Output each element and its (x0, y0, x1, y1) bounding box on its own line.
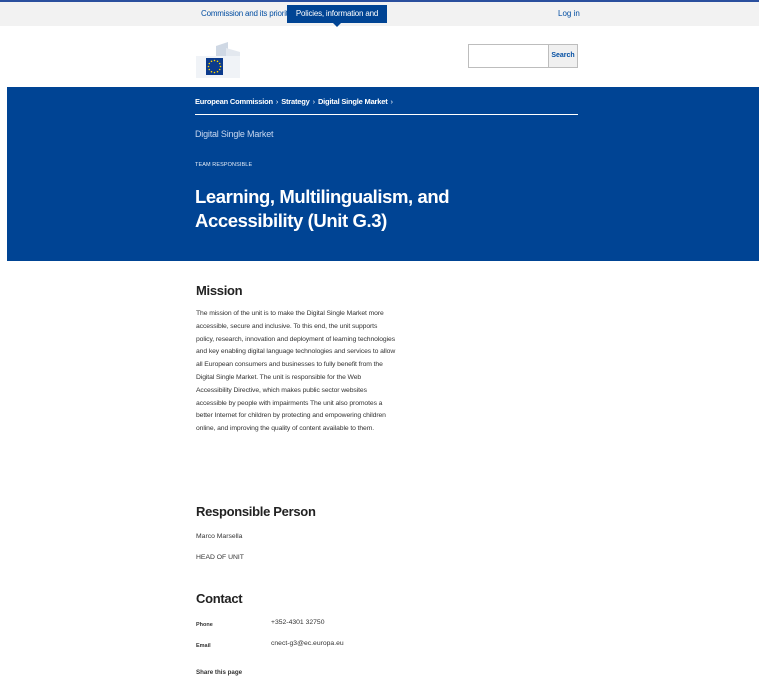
email-label: Email (196, 643, 211, 649)
phone-value: +352-4301 32750 (271, 619, 325, 626)
top-navigation-bar: Commission and its priorities Policies, … (0, 2, 759, 36)
search-button[interactable]: Search (548, 44, 578, 68)
breadcrumb-divider (195, 114, 578, 115)
page-title: Learning, Multilingualism, and Accessibi… (195, 186, 450, 231)
responsible-person-role: HEAD OF UNIT (196, 554, 244, 561)
breadcrumb-item-digital-single-market[interactable]: Digital Single Market (318, 97, 388, 106)
mission-section: Mission The mission of the unit is to ma… (196, 283, 396, 436)
breadcrumb: European Commission › Strategy › Digital Sin… (195, 97, 396, 106)
share-this-page: Share this page (196, 669, 243, 676)
eu-flag-logo-icon (196, 42, 240, 78)
breadcrumb-item-strategy[interactable]: Strategy (281, 97, 310, 106)
breadcrumb-separator: › (312, 97, 316, 106)
responsible-person-heading: Responsible Person (196, 504, 316, 519)
mission-heading: Mission (196, 283, 243, 298)
login-link[interactable]: Log in (558, 5, 580, 23)
phone-label: Phone (196, 622, 213, 628)
tab-policies-information-services[interactable]: Policies, information and services (287, 5, 387, 36)
search-input[interactable] (468, 44, 548, 68)
email-link[interactable]: cnect-g3@ec.europa.eu (271, 640, 344, 647)
page-meta-label: TEAM RESPONSIBLE (195, 162, 253, 168)
contact-heading: Contact (196, 591, 243, 606)
mission-text: The mission of the unit is to make the D… (196, 310, 396, 433)
breadcrumb-item-european-commission[interactable]: European Commission (195, 97, 273, 106)
responsible-person-name: Marco Marsella (196, 533, 243, 540)
page-header-banner: European Commission › Strategy › Digital Sin… (7, 87, 759, 261)
breadcrumb-separator: › (390, 97, 394, 106)
european-commission-logo[interactable] (196, 42, 240, 78)
breadcrumb-separator: › (275, 97, 279, 106)
site-name[interactable]: Digital Single Market (195, 129, 274, 139)
